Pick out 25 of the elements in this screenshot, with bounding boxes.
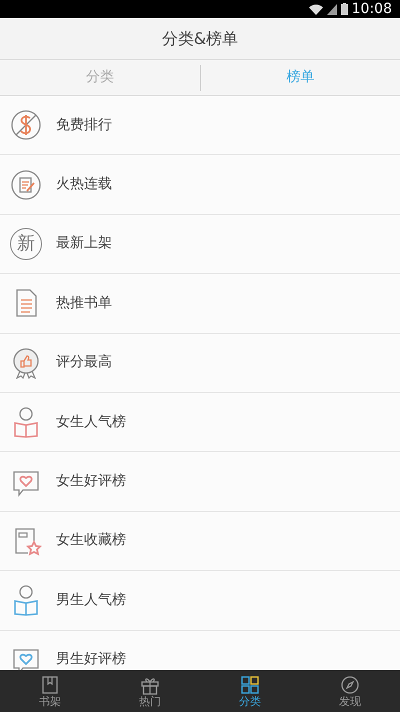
crossed-dollar-icon bbox=[10, 109, 42, 142]
signal-icon bbox=[326, 4, 337, 14]
page-title: 分类&榜单 bbox=[162, 28, 238, 50]
list-item-label[interactable]: 男生好评榜 bbox=[56, 649, 126, 670]
list-item-label[interactable]: 最新上架 bbox=[56, 233, 112, 254]
grid-icon bbox=[240, 675, 260, 695]
nav-tab[interactable]: 书架 bbox=[0, 670, 100, 712]
nav-tab[interactable]: 分类 bbox=[200, 670, 300, 712]
list-item-label[interactable]: 免费排行 bbox=[56, 114, 112, 136]
list-item-label[interactable]: 女生好评榜 bbox=[56, 471, 126, 492]
list-item-label[interactable]: 热推书单 bbox=[56, 292, 112, 314]
nav-tab[interactable]: 热门 bbox=[100, 670, 200, 712]
list-item-label[interactable]: 女生收藏榜 bbox=[56, 530, 126, 552]
compass-icon bbox=[340, 675, 360, 695]
book-icon bbox=[40, 675, 60, 695]
character-badge-icon: 新 bbox=[10, 228, 42, 260]
list-item-label[interactable]: 评分最高 bbox=[56, 352, 112, 374]
list-item-label[interactable]: 火热连载 bbox=[56, 174, 112, 196]
note-pencil-icon bbox=[10, 168, 42, 201]
clock-time: 10:08 bbox=[352, 2, 392, 16]
list-item-label[interactable]: 男生人气榜 bbox=[56, 590, 126, 611]
nav-tab[interactable]: 发现 bbox=[300, 670, 400, 712]
wifi-icon bbox=[308, 4, 323, 14]
list-item-label[interactable]: 女生人气榜 bbox=[56, 412, 126, 433]
battery-icon bbox=[340, 3, 348, 15]
